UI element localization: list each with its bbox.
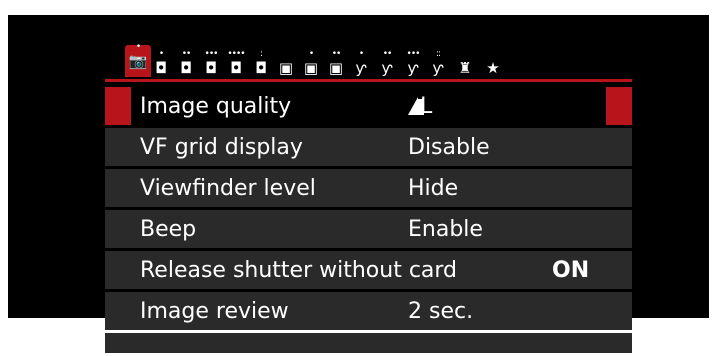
menu-item-content: Release shutter without card ON — [131, 251, 606, 289]
menu-empty-row — [105, 333, 632, 353]
tab-page-indicator: ••• — [204, 49, 219, 59]
camera-icon: ◘ — [180, 59, 192, 77]
menu-item-release-shutter-without-card[interactable]: Release shutter without card ON — [105, 251, 632, 289]
menu-tab-bar: • 📷 • ◘ •• ◘ ••• ◘ •••• ◘: ◘ ▣ • ▣ •• ▣ • ƴ •• ƴ ••• ƴ:: ƴ ♜ ★ — [105, 43, 632, 82]
menu-item-value: 2 sec. — [408, 299, 473, 324]
menu-item-vf-grid-display[interactable]: VF grid display Disable — [105, 128, 632, 166]
tab-page-indicator: • — [158, 49, 164, 59]
menu-item-label: Beep — [140, 216, 197, 242]
tab-page-indicator: • — [358, 49, 364, 59]
wrench-icon: ƴ — [355, 59, 367, 77]
menu-item-value: Enable — [408, 217, 483, 242]
camera-icon: ◘ — [205, 59, 217, 77]
menu-item-value-text: Hide — [408, 175, 459, 201]
tab-wrench-icon[interactable]: :: ƴ — [428, 49, 448, 77]
menu-item-image-quality[interactable]: Image quality L — [105, 87, 632, 125]
tab-page-indicator: •••• — [227, 49, 245, 59]
tab-playback-icon[interactable]: • ▣ — [301, 49, 321, 77]
menu-item-content: Viewfinder level Hide — [131, 169, 606, 207]
tab-camera-icon[interactable]: •• ◘ — [176, 49, 196, 77]
camera-icon: ◘ — [255, 59, 267, 77]
star-icon: ★ — [486, 59, 500, 77]
wrench-icon: ƴ — [407, 59, 419, 77]
menu-item-label: Release shutter without card — [140, 257, 458, 283]
menu-item-content: VF grid display Disable — [131, 128, 606, 166]
tab-custom-functions-icon[interactable]: ♜ — [455, 52, 475, 76]
camera-screen: • 📷 • ◘ •• ◘ ••• ◘ •••• ◘: ◘ ▣ • ▣ •• ▣ • ƴ •• ƴ ••• ƴ:: ƴ ♜ ★ I… — [8, 15, 709, 353]
custom-functions-icon: ♜ — [458, 59, 472, 77]
menu-item-value-text: 2 sec. — [408, 298, 474, 324]
menu-item-value: L — [408, 94, 432, 119]
tab-wrench-icon[interactable]: • ƴ — [351, 49, 371, 77]
tab-page-indicator: • — [308, 49, 314, 59]
tab-page-indicator: •• — [331, 49, 342, 59]
tab-wrench-icon[interactable]: •• ƴ — [377, 49, 397, 77]
tab-wrench-icon[interactable]: ••• ƴ — [403, 49, 423, 77]
tab-page-indicator: ••• — [406, 49, 421, 59]
tab-page-indicator: • — [135, 42, 141, 52]
shooting-menu: • 📷 • ◘ •• ◘ ••• ◘ •••• ◘: ◘ ▣ • ▣ •• ▣ • ƴ •• ƴ ••• ƴ:: ƴ ♜ ★ I… — [105, 43, 632, 353]
camera-icon: 📷 — [128, 51, 148, 70]
menu-item-value: Disable — [408, 135, 490, 160]
menu-item-beep[interactable]: Beep Enable — [105, 210, 632, 248]
tab-camera-icon[interactable]: ••• ◘ — [201, 49, 221, 77]
tab-page-indicator: :: — [435, 49, 441, 59]
tab-page-indicator: •• — [181, 49, 192, 59]
tab-star-icon[interactable]: ★ — [483, 52, 503, 76]
playback-icon: ▣ — [303, 59, 319, 77]
tab-camera-icon[interactable]: •••• ◘ — [226, 49, 246, 77]
menu-item-content: Beep Enable — [131, 210, 606, 248]
tab-playback-icon[interactable]: •• ▣ — [326, 49, 346, 77]
tab-camera-icon[interactable]: : ◘ — [251, 49, 271, 77]
tab-page-indicator: •• — [382, 49, 393, 59]
tab-camera-icon[interactable]: • 📷 — [125, 42, 151, 77]
menu-item-value-text: Disable — [408, 134, 490, 160]
menu-item-value-text: ON — [552, 257, 590, 283]
menu-item-label: Image quality — [140, 93, 292, 119]
tab-page-indicator: : — [259, 49, 263, 59]
menu-item-value: ON — [552, 258, 589, 283]
camera-icon: ◘ — [230, 59, 242, 77]
playback-icon: ▣ — [328, 59, 344, 77]
menu-item-content: Image review 2 sec. — [131, 292, 606, 330]
menu-item-label: VF grid display — [140, 134, 303, 160]
menu-item-image-review[interactable]: Image review 2 sec. — [105, 292, 632, 330]
menu-item-value-text: Enable — [408, 216, 483, 242]
wrench-icon: ƴ — [381, 59, 393, 77]
tab-camera-icon[interactable]: • ◘ — [151, 49, 171, 77]
menu-item-label: Image review — [140, 298, 289, 324]
camera-icon: ◘ — [155, 59, 167, 77]
tab-playback-icon[interactable]: ▣ — [276, 52, 296, 76]
menu-item-content: Image quality L — [131, 87, 606, 125]
wrench-icon: ƴ — [432, 59, 444, 77]
quality-fine-icon — [408, 96, 424, 115]
playback-icon: ▣ — [278, 59, 294, 77]
menu-items: Image quality L VF grid display Disable View… — [105, 87, 632, 356]
menu-item-value: Hide — [408, 176, 458, 201]
menu-item-viewfinder-level[interactable]: Viewfinder level Hide — [105, 169, 632, 207]
menu-item-label: Viewfinder level — [140, 175, 316, 201]
